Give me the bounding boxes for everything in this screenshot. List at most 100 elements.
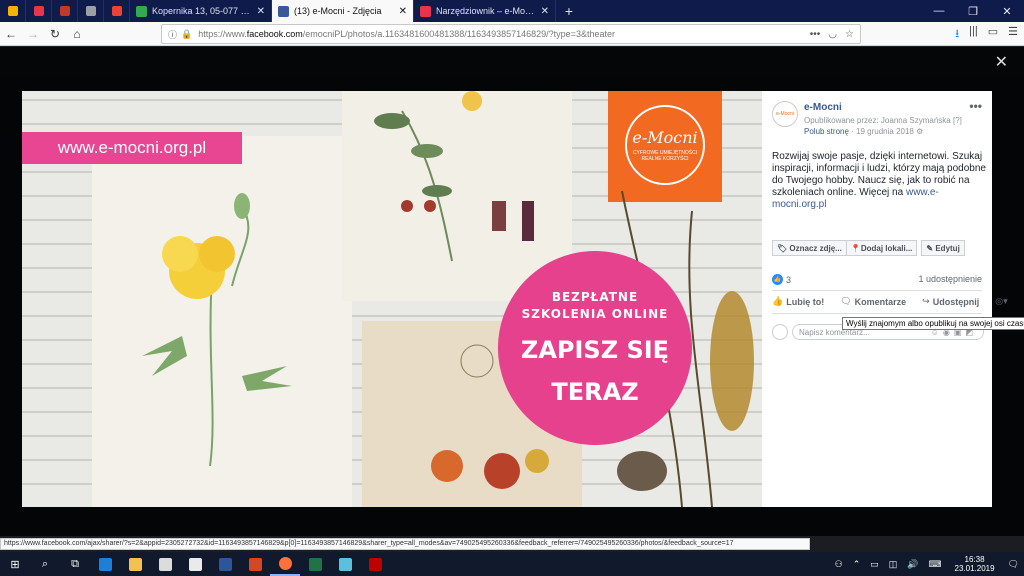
taskbar-excel[interactable] (300, 552, 330, 576)
post-text: Rozwijaj swoje pasje, dzięki internetowi… (772, 151, 987, 211)
more-options-icon[interactable]: ••• (969, 99, 982, 113)
pinned-tab-gmail[interactable] (104, 0, 130, 22)
bookmark-star-icon[interactable]: ☆ (845, 29, 854, 40)
edit-label: Edytuj (935, 243, 960, 253)
lock-icon: 🔒 (181, 28, 193, 39)
edge-icon (98, 557, 112, 571)
powerpoint-icon (248, 557, 262, 571)
taskbar-word[interactable] (210, 552, 240, 576)
tab-facebook[interactable]: (13) e-Mocni - Zdjęcia ✕ (272, 0, 414, 22)
mail-icon (188, 557, 202, 571)
taskbar-explorer[interactable] (120, 552, 150, 576)
like-reaction-icon: 👍 (772, 274, 783, 285)
url-text: https://www.facebook.com/emocniPL/photos… (198, 29, 802, 39)
location-label: Dodaj lokali... (860, 243, 913, 253)
close-window-icon[interactable]: ✕ (990, 0, 1024, 22)
forward-button[interactable]: → (22, 23, 44, 45)
website-banner: www.e-mocni.org.pl (22, 132, 242, 164)
battery-icon[interactable]: ▭ (870, 559, 879, 570)
shares-count[interactable]: 1 udostępnienie (918, 274, 982, 284)
start-button[interactable]: ⊞ (0, 552, 30, 576)
tag-icon: 🏷 (777, 243, 790, 253)
library-icon[interactable]: ||| (969, 25, 978, 44)
promo-online: SZKOLENIA ONLINE (521, 307, 669, 321)
close-icon[interactable]: ✕ (257, 6, 265, 17)
taskbar-mail[interactable] (180, 552, 210, 576)
tab-title: Narzędziownik – e-Mocni: cyfr... (436, 6, 537, 16)
taskbar-store[interactable] (150, 552, 180, 576)
taskbar-edge[interactable] (90, 552, 120, 576)
like-page-link[interactable]: Polub stronę (804, 127, 849, 136)
info-icon[interactable]: ⓘ (168, 28, 177, 41)
tab-narzedziownik[interactable]: Narzędziownik – e-Mocni: cyfr... ✕ (414, 0, 556, 22)
promo-circle: BEZPŁATNE SZKOLENIA ONLINE ZAPISZ SIĘ TE… (498, 251, 692, 445)
avatar-logo-text: e-Mocni (776, 111, 794, 117)
pinned-tab-analytics[interactable] (0, 0, 26, 22)
search-button[interactable]: ⌕ (30, 552, 60, 576)
taskbar-powerpoint[interactable] (240, 552, 270, 576)
notifications-icon[interactable]: 🗨 (1008, 559, 1019, 570)
taskbar-app[interactable] (330, 552, 360, 576)
window-controls: — ❐ ✕ (922, 0, 1024, 22)
restore-icon[interactable]: ❐ (956, 0, 990, 22)
clock[interactable]: 16:38 23.01.2019 (955, 555, 995, 573)
taskbar-filezilla[interactable] (360, 552, 390, 576)
excel-icon (308, 557, 322, 571)
search-icon: ⌕ (41, 557, 49, 570)
back-button[interactable]: ← (0, 23, 22, 45)
pinned-tab-w[interactable] (52, 0, 78, 22)
add-location-button[interactable]: 📍 Dodaj lokali... (845, 240, 918, 256)
close-theater-icon[interactable]: ✕ (995, 52, 1008, 72)
share-label: Udostępnij (932, 296, 980, 307)
forward-arrow-icon: → (27, 26, 39, 41)
clock-date: 23.01.2019 (954, 564, 995, 573)
minimize-icon[interactable]: — (922, 0, 956, 22)
task-view-button[interactable]: ⧉ (60, 552, 90, 576)
tag-label: Oznacz zdję... (789, 243, 842, 253)
reload-button[interactable]: ↻ (44, 23, 66, 45)
location-pin-icon: 📍 (850, 243, 861, 253)
close-icon[interactable]: ✕ (541, 6, 549, 17)
post-photo[interactable]: www.e-mocni.org.pl e-Mocni CYFROWE UMIEJ… (22, 91, 762, 507)
like-button[interactable]: 👍 Lubię to! (772, 296, 832, 307)
new-tab-button[interactable]: + (556, 0, 582, 22)
volume-icon[interactable]: 🔊 (907, 559, 918, 570)
edit-button[interactable]: ✎ Edytuj (921, 240, 965, 256)
page-actions-icon[interactable]: ••• (810, 29, 821, 40)
audience-selector[interactable]: ◎▾ (995, 296, 1015, 307)
network-icon[interactable]: ◫ (889, 559, 898, 570)
promo-signup: ZAPISZ SIĘ (520, 335, 670, 364)
tab-title: (13) e-Mocni - Zdjęcia (294, 6, 382, 16)
tab-title: Kopernika 13, 05-077 Warszaw... (152, 6, 253, 16)
emocni-logo: e-Mocni CYFROWE UMIEJĘTNOŚCI REALNE KORZ… (625, 105, 705, 185)
reload-icon: ↻ (49, 26, 61, 41)
tab-maps[interactable]: Kopernika 13, 05-077 Warszaw... ✕ (130, 0, 272, 22)
tag-photo-button[interactable]: 🏷 Oznacz zdję... (772, 240, 847, 256)
download-icon[interactable]: ⭳ (955, 25, 959, 44)
post-date[interactable]: 19 grudnia 2018 (856, 127, 914, 136)
chevron-up-icon[interactable]: ⌃ (853, 559, 861, 570)
page-name[interactable]: e-Mocni (804, 102, 842, 113)
share-button[interactable]: ↪ Udostępnij (922, 296, 987, 307)
url-bar[interactable]: ⓘ 🔒 https://www.facebook.com/emocniPL/ph… (161, 24, 861, 44)
comment-button[interactable]: 🗨 Komentarze (840, 296, 914, 307)
link-status-bar: https://www.facebook.com/ajax/sharer/?s=… (0, 538, 810, 550)
page-avatar[interactable]: e-Mocni (772, 101, 798, 127)
close-icon[interactable]: ✕ (399, 6, 407, 17)
botanical-print-poppy (92, 136, 352, 507)
people-icon[interactable]: ⚇ (835, 559, 843, 570)
keyboard-icon[interactable]: ⌨ (929, 559, 942, 570)
store-icon (158, 557, 172, 571)
pinned-tab-doc[interactable] (78, 0, 104, 22)
divider (772, 290, 982, 291)
reactions-summary[interactable]: 👍 3 (772, 274, 791, 285)
home-button[interactable]: ⌂ (66, 23, 88, 45)
pocket-icon[interactable]: ◡ (828, 29, 837, 40)
sidebar-icon[interactable]: ▭ (988, 25, 998, 44)
pinned-tab-emocni[interactable] (26, 0, 52, 22)
taskbar: ⊞ ⌕ ⧉ ⚇ ⌃ ▭ ◫ 🔊 ⌨ 16:38 23.01.2019 🗨 (0, 552, 1024, 576)
logo-subtitle: CYFROWE UMIEJĘTNOŚCI REALNE KORZYŚCI (632, 150, 698, 162)
menu-icon[interactable]: ☰ (1008, 25, 1018, 44)
photo-actions: 🏷 Oznacz zdję... 📍 Dodaj lokali... ✎ Edyt… (772, 240, 965, 256)
taskbar-firefox[interactable] (270, 552, 300, 576)
